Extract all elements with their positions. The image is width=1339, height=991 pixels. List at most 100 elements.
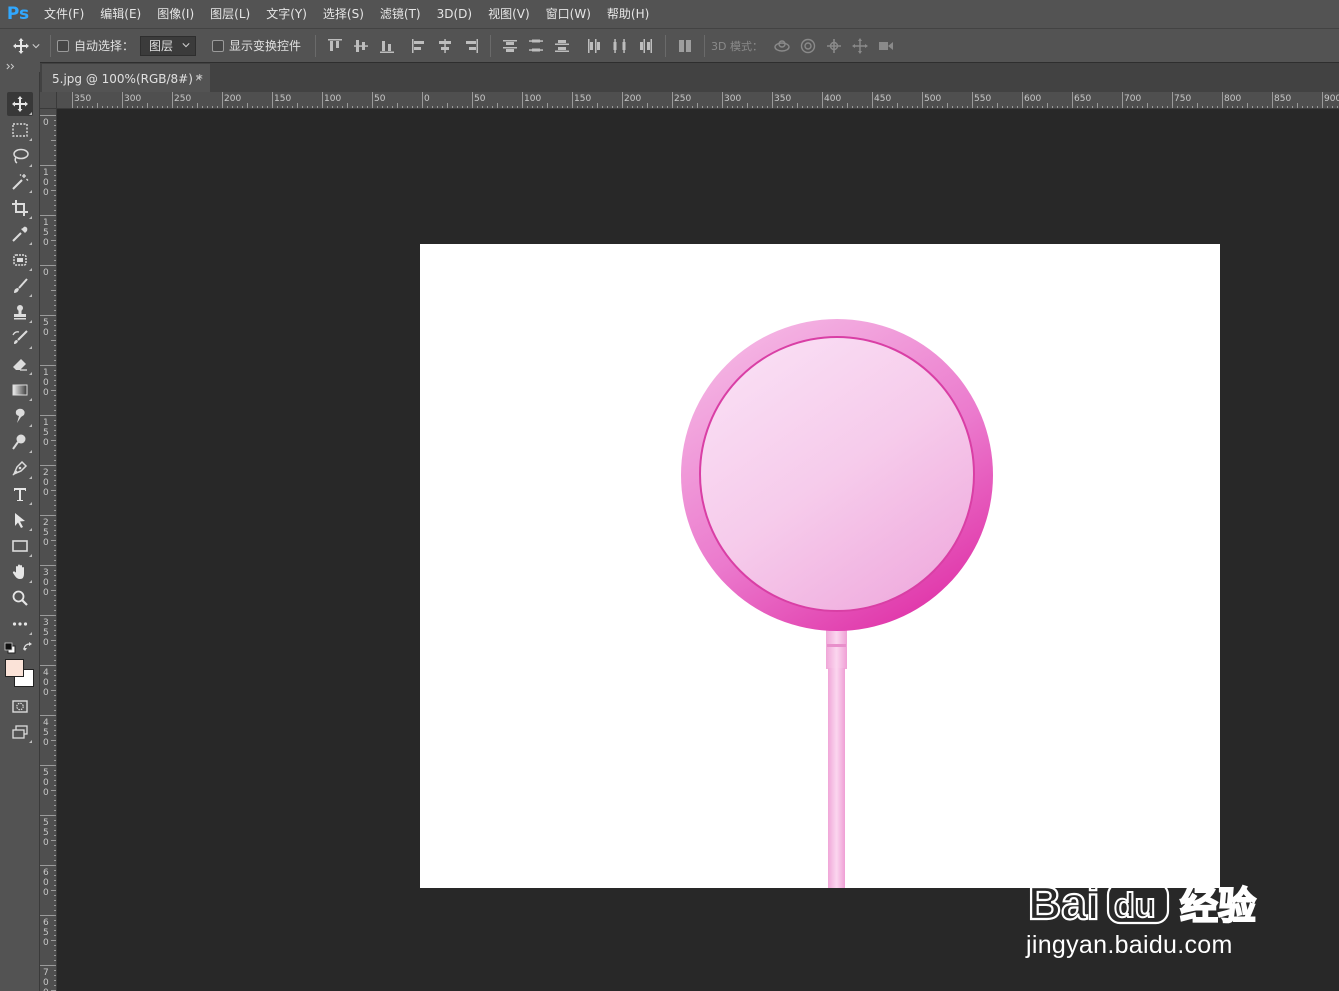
brush-tool[interactable] [7, 274, 33, 298]
ruler-tick [222, 92, 223, 108]
spot-healing-brush-tool[interactable] [7, 248, 33, 272]
3d-slide-button[interactable] [847, 33, 873, 59]
quick-mask-button[interactable] [7, 694, 33, 718]
distribute-vertical-centers-button[interactable] [523, 33, 549, 59]
ruler-tick [40, 315, 56, 316]
distribute-horizontal-centers-button[interactable] [607, 33, 633, 59]
distribute-left-edges-button[interactable] [581, 33, 607, 59]
menu-type[interactable]: 文字(Y) [258, 0, 315, 28]
menu-view[interactable]: 视图(V) [480, 0, 538, 28]
screen-mode-button[interactable] [7, 720, 33, 744]
clone-stamp-tool[interactable] [7, 300, 33, 324]
lasso-icon [13, 148, 29, 164]
tool-group-indicator [29, 320, 32, 323]
align-bottom-icon [380, 40, 395, 53]
ruler-label: 500 [43, 768, 49, 798]
ruler-label: 550 [974, 94, 992, 104]
rectangular-marquee-tool[interactable] [7, 118, 33, 142]
panel-collapse-strip[interactable] [0, 62, 40, 72]
crop-tool[interactable] [7, 196, 33, 220]
hand-tool[interactable] [7, 560, 33, 584]
swap-colors-icon[interactable] [22, 641, 34, 653]
3d-roll-button[interactable] [795, 33, 821, 59]
show-transform-controls-checkbox[interactable] [212, 39, 225, 52]
menu-filter[interactable]: 滤镜(T) [372, 0, 429, 28]
align-left-edges-button[interactable] [406, 33, 432, 59]
ruler-label: 50 [43, 318, 49, 338]
document-tab[interactable]: 5.jpg @ 100%(RGB/8#) * × [42, 64, 210, 93]
align-horizontal-centers-button[interactable] [432, 33, 458, 59]
crop-icon [12, 200, 28, 216]
watermark-brand-suffix: du [1114, 887, 1156, 925]
move-tool-preset-button[interactable] [8, 33, 44, 59]
menu-3d[interactable]: 3D(D) [429, 0, 480, 28]
ruler-label: 700 [43, 968, 49, 991]
default-colors-icon[interactable] [4, 642, 16, 654]
eraser-tool[interactable] [7, 352, 33, 376]
move-tool[interactable] [7, 92, 33, 116]
tool-group-indicator [29, 216, 32, 219]
menu-image[interactable]: 图像(I) [149, 0, 202, 28]
history-brush-tool[interactable] [7, 326, 33, 350]
close-tab-button[interactable]: × [195, 71, 202, 85]
auto-select-checkbox[interactable] [57, 39, 69, 52]
3d-drag-button[interactable] [821, 33, 847, 59]
menu-help[interactable]: 帮助(H) [599, 0, 657, 28]
menu-edit[interactable]: 编辑(E) [92, 0, 149, 28]
tool-group-indicator [29, 346, 32, 349]
dodge-tool[interactable] [7, 430, 33, 454]
align-top-edges-button[interactable] [322, 33, 348, 59]
edit-toolbar-button[interactable] [7, 612, 33, 636]
auto-select-target-dropdown[interactable]: 图层 [140, 35, 197, 56]
horizontal-ruler[interactable]: 350 300 250 200 150 100 50 0 50 100 150 200 250 300 35… [40, 92, 1339, 109]
align-vertical-centers-button[interactable] [348, 33, 374, 59]
auto-align-layers-button[interactable] [672, 33, 698, 59]
ruler-label: 900 [1324, 94, 1339, 104]
align-bottom-edges-button[interactable] [374, 33, 400, 59]
distribute-bottom-edges-button[interactable] [549, 33, 575, 59]
menu-select[interactable]: 选择(S) [315, 0, 372, 28]
ruler-origin[interactable] [40, 92, 57, 109]
move-icon [13, 37, 29, 54]
lasso-tool[interactable] [7, 144, 33, 168]
ruler-tick [872, 92, 873, 108]
ruler-tick [40, 365, 56, 366]
menu-window[interactable]: 窗口(W) [538, 0, 599, 28]
zoom-tool[interactable] [7, 586, 33, 610]
magic-wand-tool[interactable] [7, 170, 33, 194]
gradient-icon [12, 384, 28, 396]
ruler-label: 100 [524, 94, 542, 104]
divider [315, 34, 317, 57]
lollipop-face [699, 336, 975, 612]
blur-tool[interactable] [7, 404, 33, 428]
distribute-right-edges-button[interactable] [633, 33, 659, 59]
baidu-logo: Bai du 经验 [1027, 847, 1257, 930]
eyedropper-tool[interactable] [7, 222, 33, 246]
magic-wand-icon [12, 174, 29, 190]
eraser-icon [13, 359, 27, 371]
menu-file[interactable]: 文件(F) [36, 0, 92, 28]
gradient-tool[interactable] [7, 378, 33, 402]
ruler-label: 150 [43, 418, 49, 448]
ruler-label: 500 [924, 94, 942, 104]
rectangle-tool[interactable] [7, 534, 33, 558]
ruler-label: 200 [43, 468, 49, 498]
ruler-label: 700 [1124, 94, 1142, 104]
pen-icon [12, 460, 28, 476]
menu-layer[interactable]: 图层(L) [202, 0, 258, 28]
tools-panel [0, 72, 40, 991]
ruler-label: 0 [43, 118, 49, 128]
ruler-tick [40, 515, 56, 516]
pen-tool[interactable] [7, 456, 33, 480]
3d-scale-button[interactable] [873, 33, 899, 59]
vertical-ruler[interactable]: 0 100 150 0 50 100 150 200 250 300 350 400 450 500 550… [40, 109, 57, 991]
document-canvas[interactable] [420, 244, 1220, 888]
type-tool[interactable] [7, 482, 33, 506]
align-right-edges-button[interactable] [458, 33, 484, 59]
tool-group-indicator [29, 554, 32, 557]
distribute-top-edges-button[interactable] [497, 33, 523, 59]
path-selection-tool[interactable] [7, 508, 33, 532]
photoshop-logo[interactable]: Ps [0, 0, 36, 28]
3d-rotate-button[interactable] [769, 33, 795, 59]
foreground-color-swatch[interactable] [5, 659, 24, 677]
